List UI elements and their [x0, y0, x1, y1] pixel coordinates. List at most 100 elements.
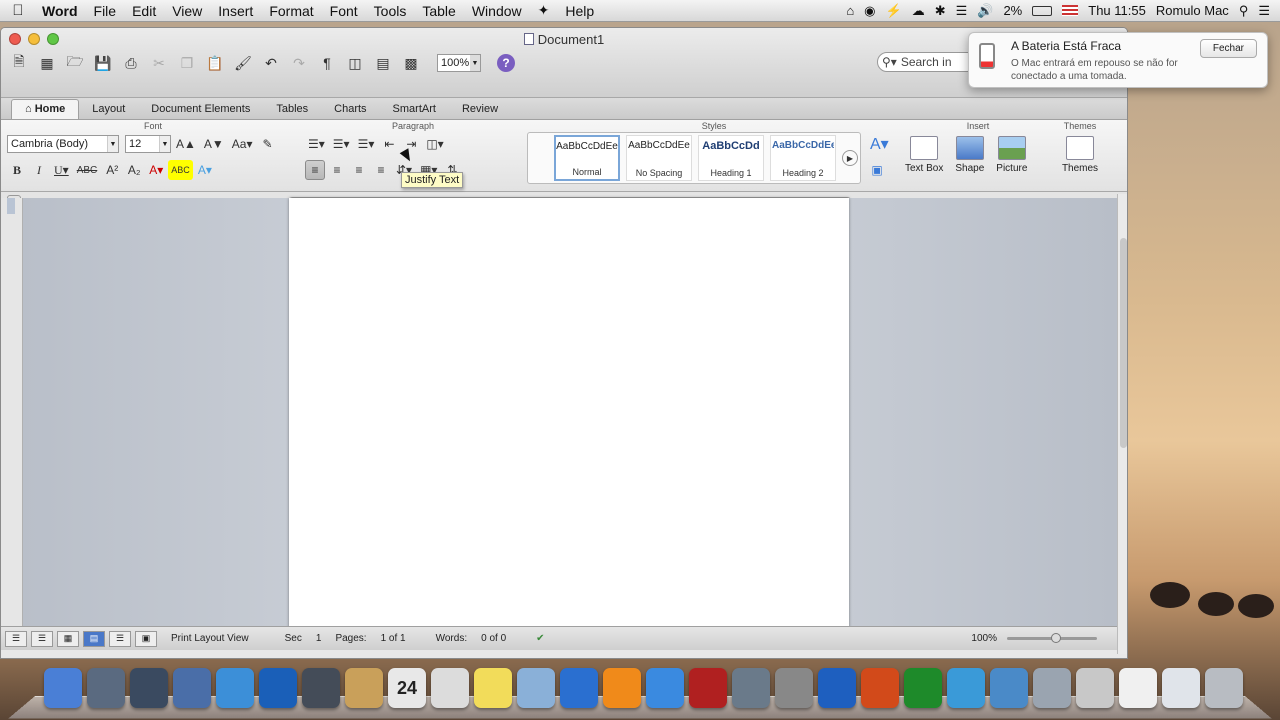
vertical-scrollbar[interactable] [1117, 194, 1127, 654]
scrollbar-thumb[interactable] [1120, 238, 1127, 448]
home-icon[interactable]: ⌂ [846, 3, 854, 18]
undo-icon[interactable]: ↶ [259, 52, 283, 74]
wifi-icon[interactable]: ☰ [956, 3, 968, 19]
toolbox-icon[interactable]: ▤ [371, 52, 395, 74]
highlight-icon[interactable]: ABC [168, 160, 193, 180]
grow-font-icon[interactable]: A▲ [173, 134, 199, 154]
word-icon[interactable] [818, 668, 856, 708]
launchpad-icon[interactable] [87, 668, 125, 708]
columns-icon[interactable]: ◫▾ [423, 134, 446, 154]
copy-icon[interactable]: ❐ [175, 52, 199, 74]
align-right-icon[interactable]: ≡ [349, 160, 369, 180]
vertical-ruler[interactable] [1, 198, 23, 633]
menu-app-name[interactable]: Word [36, 3, 88, 19]
safari-icon[interactable] [216, 668, 254, 708]
ibooks-icon[interactable] [603, 668, 641, 708]
clock[interactable]: Thu 11:55 [1088, 3, 1146, 18]
mission-control-icon[interactable] [130, 668, 168, 708]
format-painter-icon[interactable]: 🖌 [231, 52, 255, 74]
photo-booth-icon[interactable] [689, 668, 727, 708]
italic-icon[interactable]: I [29, 160, 49, 180]
print-layout-view-icon[interactable]: ▤ [83, 630, 105, 647]
bold-icon[interactable]: B [7, 160, 27, 180]
sidebar-icon[interactable]: ◫ [343, 52, 367, 74]
menu-table[interactable]: Table [416, 3, 465, 19]
user-name[interactable]: Romulo Mac [1156, 3, 1229, 18]
menu-font[interactable]: Font [324, 3, 368, 19]
zoom-slider-knob[interactable] [1051, 633, 1061, 643]
numbering-icon[interactable]: ☰▾ [330, 134, 353, 154]
battery-percent[interactable]: 2% [1003, 3, 1022, 18]
print-icon[interactable]: ⎙ [119, 52, 143, 74]
text-box-button[interactable]: Text Box [905, 136, 943, 174]
themes-button[interactable]: Themes [1055, 136, 1105, 174]
menu-view[interactable]: View [166, 3, 212, 19]
document-page[interactable] [289, 198, 849, 638]
bullets-icon[interactable]: ☰▾ [305, 134, 328, 154]
facetime-icon[interactable] [302, 668, 340, 708]
tab-document-elements[interactable]: Document Elements [138, 100, 263, 119]
battery-icon[interactable] [1032, 5, 1053, 16]
menu-format[interactable]: Format [263, 3, 323, 19]
apple-menu-icon[interactable]:  [0, 2, 36, 19]
calendar-icon[interactable]: 24 [388, 668, 426, 708]
bluetooth-icon[interactable]: ✱ [935, 3, 946, 19]
styles-next-arrow-icon[interactable]: ▶ [842, 150, 858, 166]
iphoto-icon[interactable] [732, 668, 770, 708]
powerpoint-icon[interactable] [861, 668, 899, 708]
menu-tools[interactable]: Tools [368, 3, 417, 19]
zoom-select[interactable]: 100% ▼ [437, 54, 481, 72]
spotlight-icon[interactable]: ⚲ [1239, 3, 1249, 19]
help-icon[interactable]: ? [497, 54, 515, 72]
notebook-layout-view-icon[interactable]: ☰ [109, 630, 131, 647]
media-browser-icon[interactable]: ▩ [399, 52, 423, 74]
trash-icon[interactable] [1205, 668, 1243, 708]
flash-icon[interactable]: ⚡ [886, 3, 902, 19]
redo-icon[interactable]: ↷ [287, 52, 311, 74]
itunes-icon[interactable] [560, 668, 598, 708]
font-color-icon[interactable]: A▾ [146, 160, 166, 180]
windows-vm-icon[interactable] [1076, 668, 1114, 708]
picture-button[interactable]: Picture [996, 136, 1027, 174]
menu-insert[interactable]: Insert [212, 3, 263, 19]
tab-tables[interactable]: Tables [263, 100, 321, 119]
notes-icon[interactable] [474, 668, 512, 708]
underline-icon[interactable]: U▾ [51, 160, 72, 180]
manage-styles-icon[interactable]: ▣ [867, 160, 887, 180]
search-input[interactable]: ⚲▾ Search in [877, 52, 977, 72]
tab-layout[interactable]: Layout [79, 100, 138, 119]
tab-review[interactable]: Review [449, 100, 511, 119]
save-icon[interactable]: 💾 [91, 52, 115, 74]
shrink-font-icon[interactable]: A▼ [201, 134, 227, 154]
open-icon[interactable]: 🗁 [63, 52, 87, 74]
paste-icon[interactable]: 📋 [203, 52, 227, 74]
downloads-icon[interactable] [1162, 668, 1200, 708]
messenger-icon[interactable] [947, 668, 985, 708]
document-icon[interactable] [1119, 668, 1157, 708]
notification-center-icon[interactable]: ☰ [1258, 3, 1270, 19]
cut-icon[interactable]: ✂ [147, 52, 171, 74]
tab-home[interactable]: ⌂ Home [11, 99, 80, 119]
decrease-indent-icon[interactable]: ⇤ [379, 134, 399, 154]
system-preferences-icon[interactable] [775, 668, 813, 708]
multilevel-list-icon[interactable]: ☰▾ [355, 134, 378, 154]
tab-charts[interactable]: Charts [321, 100, 379, 119]
zoom-slider[interactable] [1007, 633, 1097, 643]
menu-window[interactable]: Window [466, 3, 532, 19]
record-icon[interactable]: ◉ [864, 3, 875, 19]
menu-file[interactable]: File [88, 3, 127, 19]
evernote-icon[interactable]: ☁ [912, 3, 925, 19]
excel-icon[interactable] [904, 668, 942, 708]
font-size-select[interactable]: 12 ▼ [125, 135, 171, 153]
network-icon[interactable] [990, 668, 1028, 708]
preview-icon[interactable] [517, 668, 555, 708]
volume-icon[interactable]: 🔊 [977, 3, 993, 19]
change-case-icon[interactable]: Aa▾ [229, 134, 256, 154]
notification-close-button[interactable]: Fechar [1199, 39, 1257, 58]
menu-help[interactable]: Help [559, 3, 604, 19]
shape-button[interactable]: Shape [955, 136, 984, 174]
mail-stamp-icon[interactable] [173, 668, 211, 708]
superscript-icon[interactable]: A² [102, 160, 122, 180]
font-name-select[interactable]: Cambria (Body) ▼ [7, 135, 119, 153]
text-effects-icon[interactable]: A▾ [195, 160, 215, 180]
